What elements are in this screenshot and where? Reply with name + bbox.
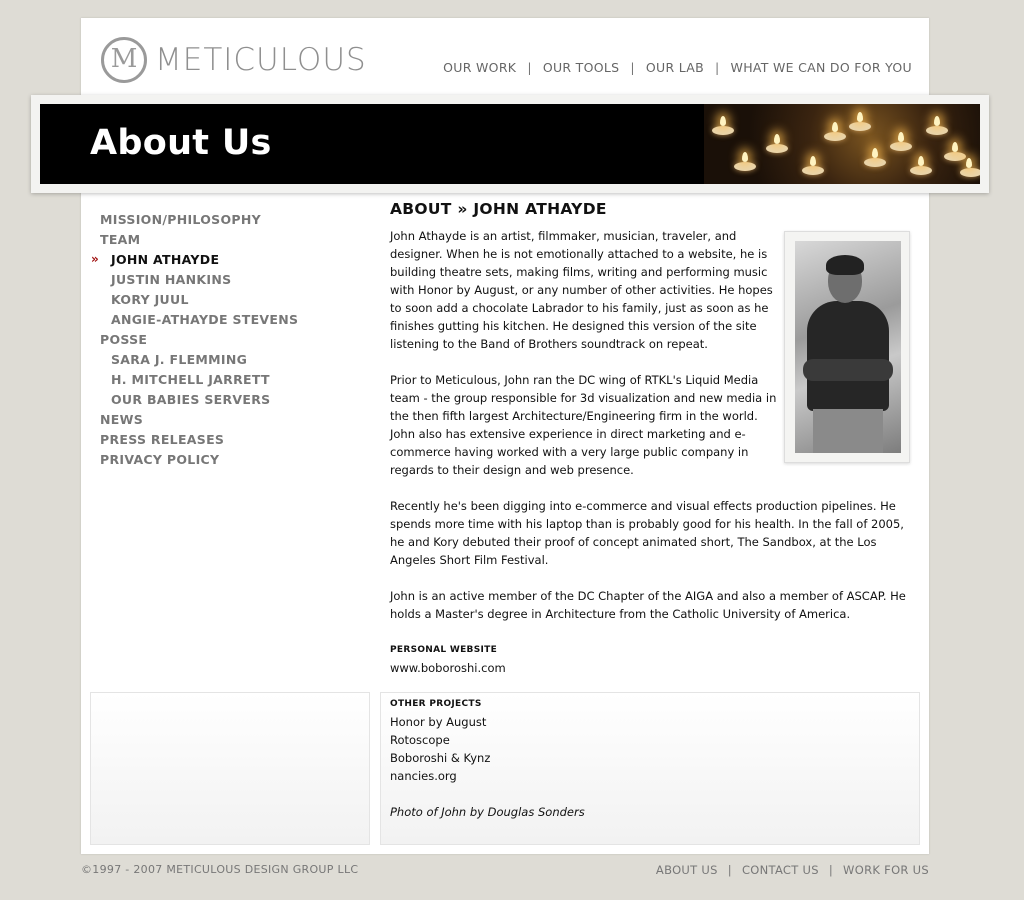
sidenav-item-our-babies-servers[interactable]: OUR BABIES SERVERS bbox=[100, 392, 360, 412]
sidenav-item-angie-athayde-stevens[interactable]: ANGIE-ATHAYDE STEVENS bbox=[100, 312, 360, 332]
footer-separator: | bbox=[828, 863, 834, 877]
logo-mark-icon: M bbox=[101, 37, 147, 83]
footer-nav: ABOUT US | CONTACT US | WORK FOR US bbox=[656, 863, 929, 877]
top-nav: OUR WORK | OUR TOOLS | OUR LAB | WHAT WE… bbox=[443, 60, 912, 75]
bio-paragraph-3: Recently he's been digging into e-commer… bbox=[390, 499, 904, 567]
nav-our-lab[interactable]: OUR LAB bbox=[646, 60, 704, 75]
bio-paragraph-1: John Athayde is an artist, filmmaker, mu… bbox=[390, 229, 773, 351]
footer-about-us[interactable]: ABOUT US bbox=[656, 863, 718, 877]
banner-inner: About Us bbox=[40, 104, 980, 184]
sidenav-item-mitchell-jarrett[interactable]: H. MITCHELL JARRETT bbox=[100, 372, 360, 392]
sidenav-item-posse[interactable]: POSSE bbox=[100, 332, 360, 352]
sidenav-item-justin-hankins[interactable]: JUSTIN HANKINS bbox=[100, 272, 360, 292]
sidenav-item-team[interactable]: TEAM bbox=[100, 232, 360, 252]
sidenav-item-news[interactable]: NEWS bbox=[100, 412, 360, 432]
main-content: ABOUT » JOHN ATHAYDE John Athayde is an … bbox=[390, 200, 910, 821]
content-heading: ABOUT » JOHN ATHAYDE bbox=[390, 200, 607, 218]
footer-copyright: ©1997 - 2007 METICULOUS DESIGN GROUP LLC bbox=[81, 863, 359, 876]
sidenav-item-press-releases[interactable]: PRESS RELEASES bbox=[100, 432, 360, 452]
candles-image bbox=[704, 104, 980, 184]
logo-mark-letter: M bbox=[110, 44, 138, 74]
sidenav-item-label: JOHN ATHAYDE bbox=[111, 252, 220, 267]
sidenav-item-privacy-policy[interactable]: PRIVACY POLICY bbox=[100, 452, 360, 472]
website-heading: PERSONAL WEBSITE bbox=[390, 645, 498, 655]
nav-our-tools[interactable]: OUR TOOLS bbox=[543, 60, 620, 75]
projects-heading: OTHER PROJECTS bbox=[390, 699, 482, 709]
footer-work-for-us[interactable]: WORK FOR US bbox=[843, 863, 929, 877]
project-link[interactable]: Rotoscope bbox=[390, 731, 910, 749]
nav-what-we-can-do[interactable]: WHAT WE CAN DO FOR YOU bbox=[731, 60, 912, 75]
project-link[interactable]: Honor by August bbox=[390, 713, 910, 731]
website-link[interactable]: www.boboroshi.com bbox=[390, 659, 910, 677]
page-banner: About Us bbox=[31, 95, 989, 193]
sidenav-item-john-athayde[interactable]: » JOHN ATHAYDE bbox=[91, 252, 360, 272]
nav-separator: | bbox=[715, 60, 720, 75]
nav-separator: | bbox=[527, 60, 532, 75]
sidenav-item-sara-flemming[interactable]: SARA J. FLEMMING bbox=[100, 352, 360, 372]
bio-paragraph-2: Prior to Meticulous, John ran the DC win… bbox=[390, 373, 777, 477]
project-link[interactable]: nancies.org bbox=[390, 767, 910, 785]
side-nav: MISSION/PHILOSOPHY TEAM » JOHN ATHAYDE J… bbox=[91, 212, 360, 472]
bio-paragraph-4: John is an active member of the DC Chapt… bbox=[390, 589, 906, 621]
sidebar-bottom-panel bbox=[90, 692, 370, 845]
logo-text: METICULOUS bbox=[155, 42, 367, 78]
nav-our-work[interactable]: OUR WORK bbox=[443, 60, 516, 75]
footer-separator: | bbox=[727, 863, 732, 877]
sidenav-item-mission[interactable]: MISSION/PHILOSOPHY bbox=[100, 212, 360, 232]
footer-contact-us[interactable]: CONTACT US bbox=[742, 863, 819, 877]
active-marker-icon: » bbox=[91, 252, 100, 266]
site-logo[interactable]: M METICULOUS bbox=[101, 36, 367, 84]
nav-separator: | bbox=[630, 60, 635, 75]
photo-credit: Photo of John by Douglas Sonders bbox=[390, 805, 585, 819]
project-link[interactable]: Boboroshi & Kynz bbox=[390, 749, 910, 767]
page-title: About Us bbox=[90, 123, 272, 163]
sidenav-item-kory-juul[interactable]: KORY JUUL bbox=[100, 292, 360, 312]
